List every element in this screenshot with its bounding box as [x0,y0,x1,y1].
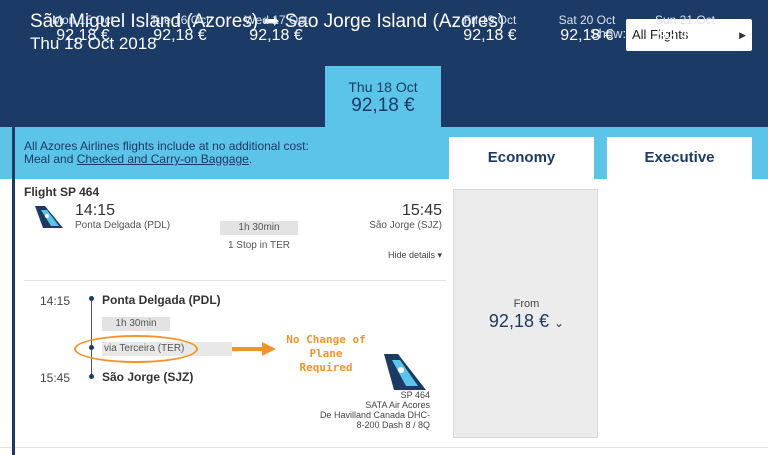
date-price: 92,18 € [463,27,517,44]
bottom-divider [0,447,768,448]
date-label: Sun 21 Oct [654,13,716,27]
detail-duration: 1h 30min [102,317,170,331]
annotation-line-1: No Change of [286,333,366,346]
date-label: Fri 19 Oct [463,13,517,27]
date-label: Wed 17 Oct [244,13,308,27]
price-value-row: 92,18 € ⌄ [454,311,599,332]
tab-economy[interactable]: Economy [449,137,594,179]
date-tab-thu-18-selected[interactable]: Thu 18 Oct 92,18 € [325,66,441,127]
tab-executive[interactable]: Executive [607,137,752,179]
arrival-airport: São Jorge (SJZ) [369,220,442,231]
date-price: 92,18 € [249,27,303,44]
date-tab-mon-15[interactable]: Mon 15 Oct 92,18 € [33,14,133,45]
annotation-highlight-oval [74,335,198,363]
baggage-link[interactable]: Checked and Carry-on Baggage [77,152,249,166]
departure-airport: Ponta Delgada (PDL) [75,220,171,231]
chevron-down-icon[interactable]: ⌄ [554,316,564,330]
arrival-time: 15:45 [401,202,442,219]
price-value: 92,18 € [488,311,549,331]
departure-time: 14:15 [75,202,116,219]
date-tab-sun-21[interactable]: Sun 21 Oct 92,18 € [635,14,735,45]
airline-tail-logo-icon [35,206,63,228]
info-line-2: Meal and Checked and Carry-on Baggage. [24,153,384,166]
aircraft-info: SP 464 SATA Air Acores De Havilland Cana… [300,390,430,430]
date-tab-wed-17[interactable]: Wed 17 Oct 92,18 € [226,14,326,45]
economy-price-box[interactable]: From 92,18 € ⌄ [453,189,598,438]
detail-arrival-airport: São Jorge (SJZ) [102,370,194,384]
timeline-dot-icon [89,374,94,379]
aircraft-tail-icon [384,354,426,390]
date-tab-tue-16[interactable]: Tue 16 Oct 92,18 € [130,14,230,45]
date-price: 92,18 € [351,95,415,116]
date-tab-sat-20[interactable]: Sat 20 Oct 92,18 € [537,14,637,45]
caret-right-icon: ▶ [739,30,746,40]
aircraft-model-line-1: De Havilland Canada DHC- [319,410,430,420]
date-price: 92,18 € [658,27,712,44]
info-suffix: . [248,152,253,166]
detail-departure-time: 14:15 [40,294,71,308]
detail-arrival-time: 15:45 [40,371,71,385]
date-price: 92,18 € [153,27,207,44]
price-from-label: From [513,298,540,310]
annotation-line-2: Plane Required [299,347,353,374]
date-tab-fri-19[interactable]: Fri 19 Oct 92,18 € [440,14,540,45]
aircraft-model-line-2: 8-200 Dash 8 / 8Q [356,420,430,430]
baggage-info: All Azores Airlines flights include at n… [24,140,384,166]
hide-details-link[interactable]: Hide details ▾ [360,250,442,261]
flight-duration: 1h 30min [220,221,298,235]
date-price: 92,18 € [56,27,110,44]
timeline-line [91,298,92,376]
flight-number-title: Flight SP 464 [24,185,100,199]
date-label: Mon 15 Oct [51,13,115,27]
detail-departure-airport: Ponta Delgada (PDL) [102,293,221,307]
left-accent-bar [12,0,15,455]
aircraft-operator: SATA Air Acores [365,400,430,410]
stops-info: 1 Stop in TER [227,240,291,251]
date-label: Sat 20 Oct [558,13,616,27]
annotation-arrow-icon [232,342,276,356]
date-price: 92,18 € [560,27,614,44]
date-label: Thu 18 Oct [348,79,418,95]
annotation-note: No Change of Plane Required [281,333,371,375]
divider [24,280,446,281]
info-prefix: Meal and [24,152,77,166]
aircraft-flight-number: SP 464 [400,390,430,400]
timeline-dot-icon [89,296,94,301]
date-label: Tue 16 Oct [150,13,210,27]
